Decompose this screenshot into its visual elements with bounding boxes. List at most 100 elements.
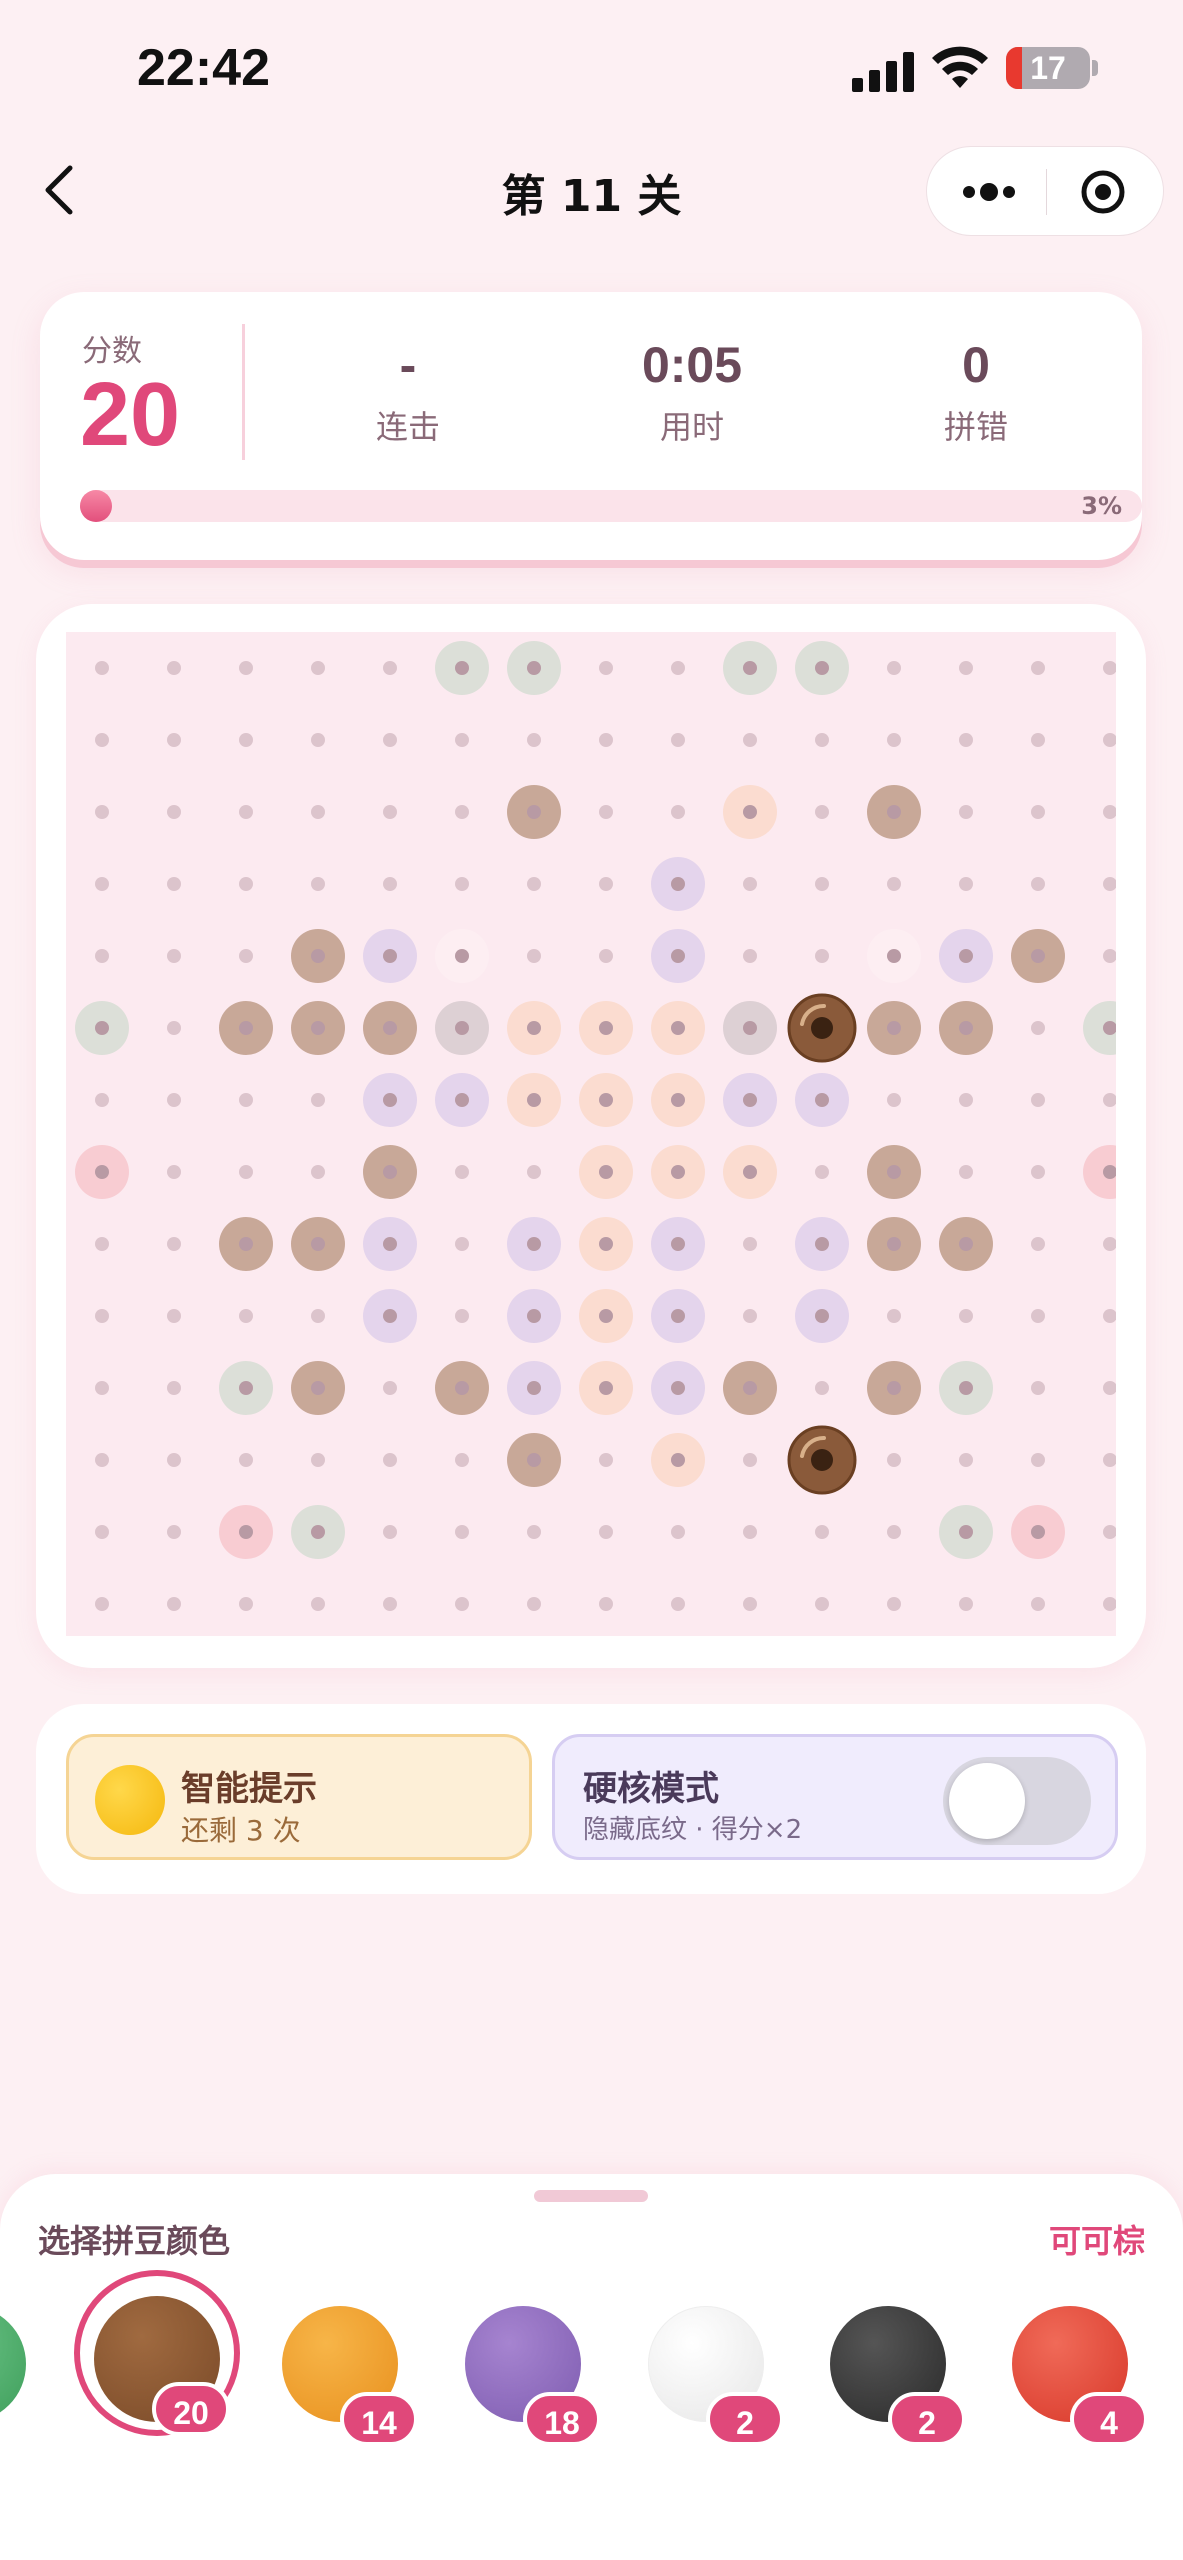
peg-dot[interactable]	[599, 1237, 613, 1251]
peg-dot[interactable]	[239, 1237, 253, 1251]
peg-dot[interactable]	[311, 1309, 325, 1323]
peg-dot[interactable]	[455, 1381, 469, 1395]
peg-dot[interactable]	[239, 661, 253, 675]
peg-dot[interactable]	[959, 1309, 973, 1323]
peg-dot[interactable]	[887, 1381, 901, 1395]
peg-dot[interactable]	[959, 877, 973, 891]
peg-dot[interactable]	[455, 949, 469, 963]
peg-dot[interactable]	[167, 1093, 181, 1107]
peg-dot[interactable]	[1031, 1237, 1045, 1251]
peg-dot[interactable]	[1103, 1597, 1116, 1611]
peg-dot[interactable]	[887, 1453, 901, 1467]
peg-dot[interactable]	[743, 733, 757, 747]
peg-dot[interactable]	[599, 661, 613, 675]
peg-dot[interactable]	[887, 1525, 901, 1539]
peg-dot[interactable]	[815, 1597, 829, 1611]
peg-dot[interactable]	[167, 1525, 181, 1539]
peg-dot[interactable]	[599, 949, 613, 963]
peg-dot[interactable]	[167, 733, 181, 747]
peg-dot[interactable]	[959, 1597, 973, 1611]
peg-dot[interactable]	[527, 1597, 541, 1611]
peg-dot[interactable]	[95, 1309, 109, 1323]
peg-dot[interactable]	[887, 877, 901, 891]
peg-dot[interactable]	[743, 949, 757, 963]
peg-dot[interactable]	[1103, 1309, 1116, 1323]
peg-dot[interactable]	[743, 1309, 757, 1323]
peg-dot[interactable]	[383, 1525, 397, 1539]
peg-dot[interactable]	[311, 661, 325, 675]
pegboard-grid[interactable]	[66, 632, 1116, 1636]
peg-dot[interactable]	[527, 1021, 541, 1035]
peg-dot[interactable]	[815, 1165, 829, 1179]
peg-dot[interactable]	[1103, 1093, 1116, 1107]
peg-dot[interactable]	[1103, 733, 1116, 747]
peg-dot[interactable]	[959, 1525, 973, 1539]
peg-dot[interactable]	[815, 1309, 829, 1323]
peg-dot[interactable]	[455, 1453, 469, 1467]
peg-dot[interactable]	[239, 1309, 253, 1323]
peg-dot[interactable]	[671, 1237, 685, 1251]
peg-dot[interactable]	[167, 1381, 181, 1395]
peg-dot[interactable]	[887, 1309, 901, 1323]
smart-hint-button[interactable]: 智能提示 还剩 3 次	[66, 1734, 532, 1860]
peg-dot[interactable]	[239, 877, 253, 891]
peg-dot[interactable]	[671, 733, 685, 747]
peg-dot[interactable]	[743, 1093, 757, 1107]
color-swatch-black[interactable]: 2	[830, 2306, 966, 2446]
peg-dot[interactable]	[887, 1237, 901, 1251]
peg-dot[interactable]	[671, 1525, 685, 1539]
peg-dot[interactable]	[959, 949, 973, 963]
peg-dot[interactable]	[959, 1381, 973, 1395]
peg-dot[interactable]	[815, 1525, 829, 1539]
peg-dot[interactable]	[167, 949, 181, 963]
peg-dot[interactable]	[527, 1093, 541, 1107]
color-swatch-red[interactable]: 4	[1012, 2306, 1148, 2446]
peg-dot[interactable]	[455, 1237, 469, 1251]
peg-dot[interactable]	[1031, 1021, 1045, 1035]
peg-dot[interactable]	[311, 1237, 325, 1251]
peg-dot[interactable]	[887, 949, 901, 963]
peg-dot[interactable]	[1103, 877, 1116, 891]
peg-dot[interactable]	[383, 949, 397, 963]
peg-dot[interactable]	[743, 1021, 757, 1035]
peg-dot[interactable]	[1031, 949, 1045, 963]
peg-dot[interactable]	[815, 877, 829, 891]
peg-dot[interactable]	[1031, 877, 1045, 891]
peg-dot[interactable]	[311, 1021, 325, 1035]
peg-dot[interactable]	[455, 661, 469, 675]
peg-dot[interactable]	[743, 1453, 757, 1467]
peg-dot[interactable]	[383, 1021, 397, 1035]
peg-dot[interactable]	[311, 949, 325, 963]
peg-dot[interactable]	[455, 1021, 469, 1035]
peg-dot[interactable]	[383, 733, 397, 747]
peg-dot[interactable]	[815, 733, 829, 747]
peg-dot[interactable]	[527, 1309, 541, 1323]
peg-dot[interactable]	[671, 1021, 685, 1035]
peg-dot[interactable]	[239, 1525, 253, 1539]
peg-dot[interactable]	[383, 1381, 397, 1395]
peg-dot[interactable]	[239, 1165, 253, 1179]
peg-dot[interactable]	[815, 661, 829, 675]
peg-dot[interactable]	[959, 1165, 973, 1179]
peg-dot[interactable]	[599, 1093, 613, 1107]
peg-dot[interactable]	[383, 1093, 397, 1107]
peg-dot[interactable]	[527, 1453, 541, 1467]
peg-dot[interactable]	[527, 733, 541, 747]
peg-dot[interactable]	[1031, 1525, 1045, 1539]
peg-dot[interactable]	[167, 1309, 181, 1323]
peg-dot[interactable]	[455, 877, 469, 891]
peg-dot[interactable]	[1031, 1597, 1045, 1611]
peg-dot[interactable]	[599, 1021, 613, 1035]
peg-dot[interactable]	[167, 661, 181, 675]
peg-dot[interactable]	[311, 733, 325, 747]
pegboard[interactable]	[66, 632, 1116, 1636]
peg-dot[interactable]	[599, 1309, 613, 1323]
peg-dot[interactable]	[815, 1237, 829, 1251]
peg-dot[interactable]	[671, 661, 685, 675]
peg-dot[interactable]	[671, 877, 685, 891]
peg-dot[interactable]	[311, 1381, 325, 1395]
peg-dot[interactable]	[599, 877, 613, 891]
peg-dot[interactable]	[383, 1597, 397, 1611]
peg-dot[interactable]	[1031, 805, 1045, 819]
peg-dot[interactable]	[383, 1309, 397, 1323]
